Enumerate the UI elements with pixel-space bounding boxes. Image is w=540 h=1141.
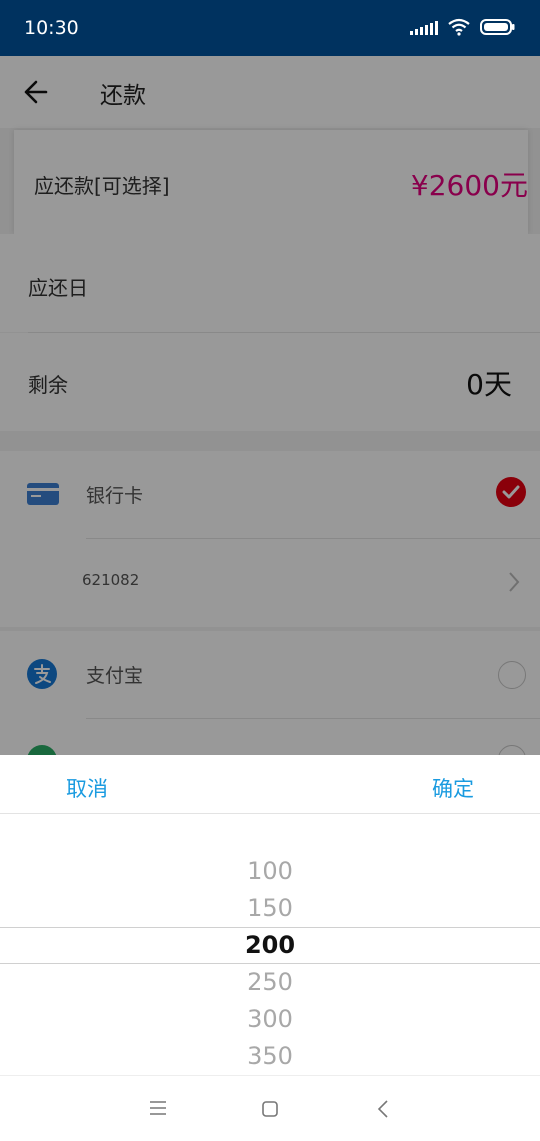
back-nav-icon[interactable]	[377, 1099, 389, 1119]
picker-selection-bottom-line	[0, 963, 540, 964]
status-time: 10:30	[24, 17, 79, 39]
picker-option[interactable]: 300	[0, 1005, 540, 1033]
wifi-icon	[448, 18, 470, 36]
signal-icon	[410, 19, 438, 35]
picker-option[interactable]: 250	[0, 968, 540, 996]
picker-option[interactable]: 350	[0, 1042, 540, 1070]
picker-option[interactable]: 100	[0, 857, 540, 885]
home-icon[interactable]	[261, 1100, 279, 1118]
picker-selection-top-line	[0, 927, 540, 928]
picker-option[interactable]: 150	[0, 894, 540, 922]
confirm-button[interactable]: 确定	[432, 773, 474, 803]
picker-option-selected[interactable]: 200	[0, 931, 540, 959]
status-icons	[410, 18, 516, 36]
cancel-button[interactable]: 取消	[66, 773, 108, 803]
system-nav-bar	[0, 1075, 540, 1141]
modal-overlay[interactable]	[0, 56, 540, 755]
sheet-divider	[0, 813, 540, 814]
menu-icon[interactable]	[149, 1100, 167, 1116]
amount-picker-sheet: 取消 确定 100 150 200 250 300 350	[0, 755, 540, 1075]
battery-icon	[480, 19, 515, 35]
status-bar: 10:30	[0, 0, 540, 56]
